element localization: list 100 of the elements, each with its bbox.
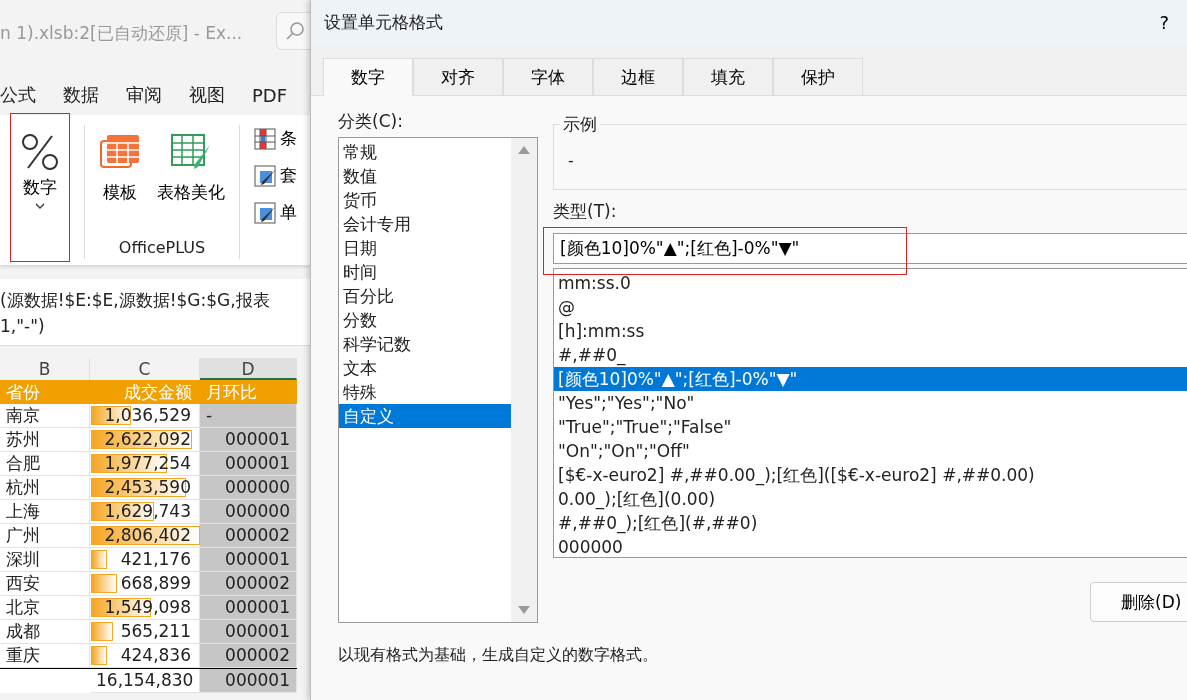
- column-header[interactable]: C: [90, 358, 200, 380]
- scroll-up-icon[interactable]: [518, 146, 530, 154]
- ribbon-button[interactable]: 套: [254, 164, 297, 187]
- list-item[interactable]: mm:ss.0: [554, 271, 1187, 295]
- number-format-button[interactable]: 数字: [10, 113, 70, 262]
- help-button[interactable]: ?: [1159, 12, 1169, 33]
- table-cell: 424,836: [90, 644, 200, 668]
- table-cell: 上海: [0, 500, 90, 524]
- table-cell: 000001: [200, 428, 297, 452]
- description-text: 以现有格式为基础，生成自定义的数字格式。: [338, 645, 659, 666]
- delete-button[interactable]: 删除(D): [1090, 582, 1187, 622]
- table-cell: 合肥: [0, 452, 90, 476]
- table-icon: [99, 133, 141, 171]
- list-item[interactable]: [h]:mm:ss: [554, 319, 1187, 343]
- tab[interactable]: 填充: [683, 58, 773, 95]
- list-item[interactable]: 特殊: [339, 380, 511, 404]
- percent-icon: [20, 132, 60, 172]
- group-label: 示例: [560, 113, 600, 136]
- ribbon-button[interactable]: 表格美化: [157, 133, 225, 204]
- dialog-title: 设置单元格格式: [324, 11, 443, 34]
- list-item[interactable]: 文本: [339, 356, 511, 380]
- tab[interactable]: 数字: [323, 58, 413, 96]
- list-item[interactable]: [颜色10]0%"▲";[红色]-0%"▼": [554, 367, 1187, 391]
- table-cell: 杭州: [0, 476, 90, 500]
- format-list[interactable]: [553, 268, 1187, 558]
- sample-value: -: [568, 150, 574, 170]
- column-header[interactable]: B: [0, 358, 90, 380]
- category-list[interactable]: 常规 数值 货币 会计专用 日期 时间 百分比 分数 科学记数 文本 特殊 自定义: [338, 137, 538, 623]
- table-cell: 668,899: [90, 572, 200, 596]
- ribbon-button[interactable]: 条: [254, 127, 297, 150]
- grid-icon: [254, 127, 276, 150]
- list-item[interactable]: 0.00_);[红色](0.00): [554, 487, 1187, 511]
- type-field[interactable]: [颜色10]0%"▲";[红色]-0%"▼": [553, 233, 1187, 264]
- list-item[interactable]: 货币: [339, 188, 511, 212]
- tab[interactable]: 保护: [773, 58, 863, 95]
- list-item[interactable]: "On";"On";"Off": [554, 439, 1187, 463]
- table-brush-icon: [170, 133, 212, 171]
- list-item[interactable]: #,##0_);[红色](#,##0): [554, 511, 1187, 535]
- search-icon: [285, 21, 305, 41]
- chevron-icon: [35, 203, 45, 209]
- table-cell: 000001: [200, 548, 297, 572]
- list-item[interactable]: "True";"True";"False": [554, 415, 1187, 439]
- list-item[interactable]: 科学记数: [339, 332, 511, 356]
- list-item[interactable]: "Yes";"Yes";"No": [554, 391, 1187, 415]
- table-cell: 000000: [200, 500, 297, 524]
- formula-text: (源数据!$E:$E,源数据!$G:$G,报表: [0, 288, 271, 312]
- list-item[interactable]: #,##0_: [554, 343, 1187, 367]
- list-item[interactable]: @: [554, 295, 1187, 319]
- table-cell: 重庆: [0, 644, 90, 668]
- window-title: n 1).xlsb:2[已自动还原] - Ex...: [0, 22, 243, 45]
- list-item[interactable]: [$€-x-euro2] #,##0.00_);[红色]([$€-x-euro2] #,##0.00): [554, 463, 1187, 487]
- column-header[interactable]: D: [200, 358, 297, 380]
- table-header-cell: 月环比: [200, 380, 297, 404]
- table-cell: 西安: [0, 572, 90, 596]
- table-cell: 000000: [200, 476, 297, 500]
- search-field[interactable]: [276, 12, 310, 50]
- table-cell: 2,806,402: [90, 524, 200, 548]
- list-item[interactable]: 数值: [339, 164, 511, 188]
- table-cell: 000002: [200, 644, 297, 668]
- table-cell: 421,176: [90, 548, 200, 572]
- list-item[interactable]: 分数: [339, 308, 511, 332]
- table-cell: 苏州: [0, 428, 90, 452]
- tab[interactable]: 对齐: [413, 58, 503, 95]
- type-label: 类型(T):: [553, 200, 618, 223]
- table-header-cell: 成交金额: [90, 380, 200, 404]
- ribbon-button[interactable]: 模板: [99, 133, 141, 204]
- table-brush-icon: [254, 164, 276, 187]
- table-cell: 2,622,092: [90, 428, 200, 452]
- tab[interactable]: 边框: [593, 58, 683, 95]
- scrollbar[interactable]: [511, 138, 537, 622]
- table-cell: 成都: [0, 620, 90, 644]
- tab[interactable]: 字体: [503, 58, 593, 95]
- table-cell: 000002: [200, 524, 297, 548]
- scroll-down-icon[interactable]: [518, 606, 530, 614]
- ribbon-button[interactable]: 单: [254, 201, 297, 224]
- menu-tab[interactable]: PDF: [252, 84, 288, 106]
- table-cell: 000001: [200, 669, 297, 693]
- table-cell: 000001: [200, 620, 297, 644]
- list-item[interactable]: 000000: [554, 535, 1187, 559]
- table-cell: 深圳: [0, 548, 90, 572]
- list-item[interactable]: 时间: [339, 260, 511, 284]
- list-item[interactable]: 日期: [339, 236, 511, 260]
- list-item[interactable]: 百分比: [339, 284, 511, 308]
- list-item[interactable]: 自定义: [339, 404, 511, 428]
- menu-tab[interactable]: 数据: [63, 83, 99, 107]
- table-cell: 000002: [200, 572, 297, 596]
- table-cell: 565,211: [90, 620, 200, 644]
- table-cell: 000001: [200, 452, 297, 476]
- formula-text: 1,"-"): [0, 315, 46, 336]
- list-item[interactable]: 会计专用: [339, 212, 511, 236]
- menu-tab[interactable]: 视图: [189, 83, 225, 107]
- category-label: 分类(C):: [338, 110, 404, 133]
- table-cell: -: [200, 404, 297, 428]
- menu-tab[interactable]: 审阅: [126, 83, 162, 107]
- table-cell: 000001: [200, 596, 297, 620]
- table-cell: 北京: [0, 596, 90, 620]
- table-header-cell: 省份: [0, 380, 90, 404]
- menu-tab[interactable]: 公式: [0, 83, 36, 107]
- list-item[interactable]: 常规: [339, 140, 511, 164]
- table-brush-icon: [254, 201, 276, 224]
